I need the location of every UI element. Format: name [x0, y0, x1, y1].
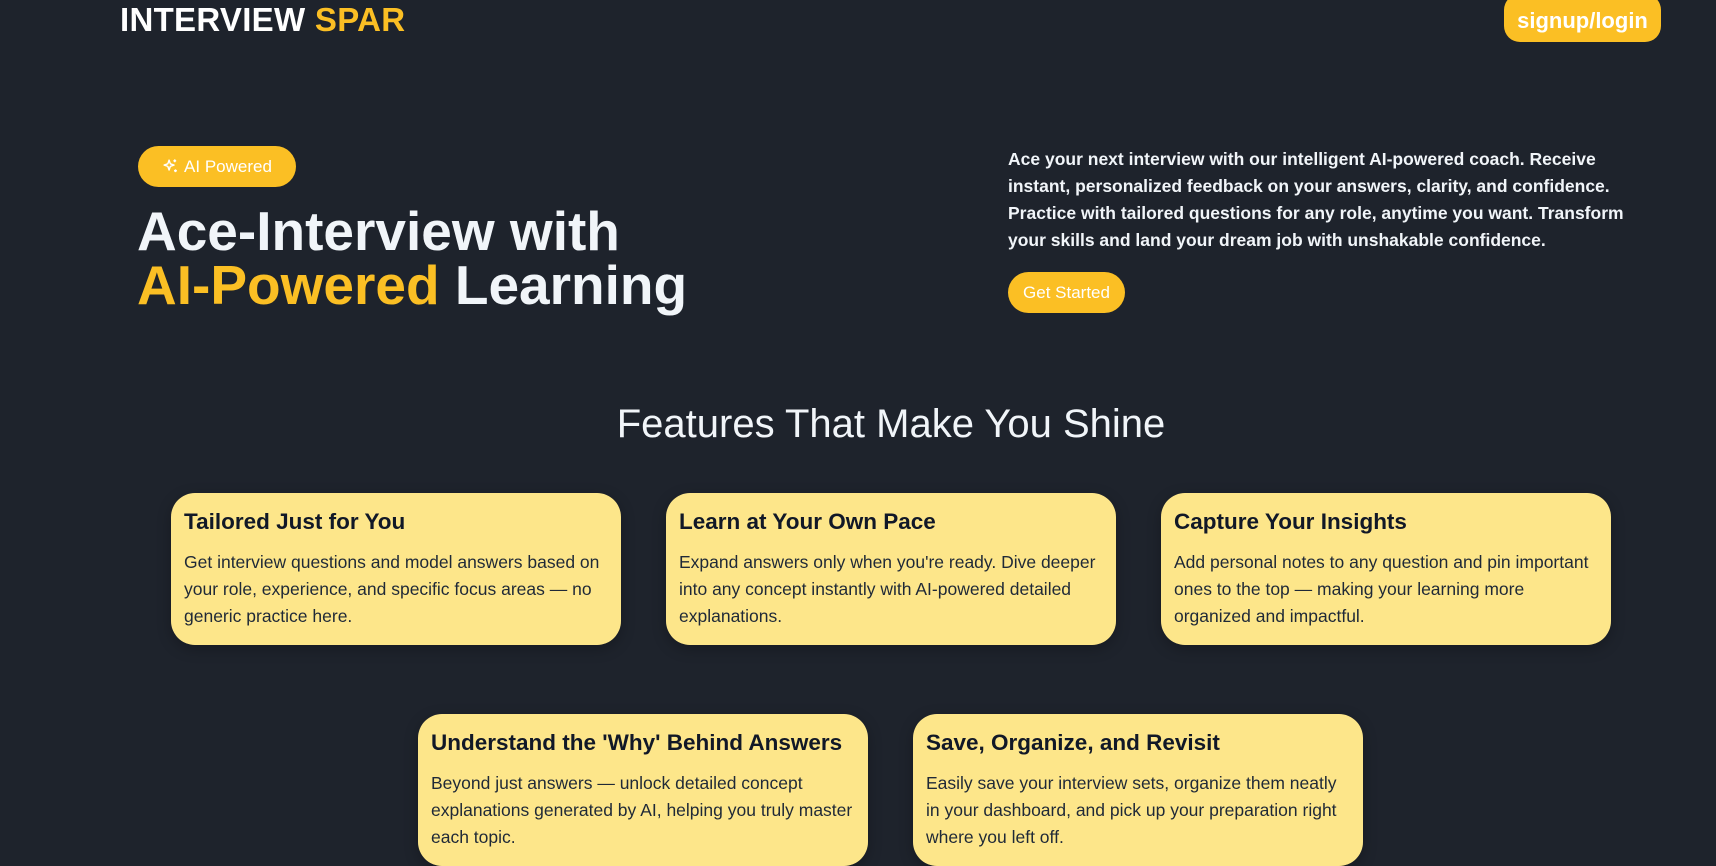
logo-accent-text: SPAR [314, 1, 406, 38]
feature-card-own-pace: Learn at Your Own Pace Expand answers on… [666, 493, 1116, 645]
feature-card-tailored: Tailored Just for You Get interview ques… [171, 493, 621, 645]
sparkles-icon [163, 159, 177, 173]
feature-card-description: Easily save your interview sets, organiz… [926, 773, 1337, 847]
logo[interactable]: INTERVIEW SPAR [120, 0, 405, 40]
feature-card-why: Understand the 'Why' Behind Answers Beyo… [418, 714, 868, 866]
hero-description: Ace your next interview with our intelli… [1008, 149, 1624, 250]
get-started-button[interactable]: Get Started [1008, 272, 1125, 313]
feature-card-description: Expand answers only when you're ready. D… [679, 552, 1096, 626]
hero-title-accent: AI-Powered [137, 254, 440, 316]
feature-card-description: Add personal notes to any question and p… [1174, 552, 1589, 626]
feature-card-description: Beyond just answers — unlock detailed co… [431, 773, 853, 847]
ai-powered-badge: AI Powered [138, 146, 296, 187]
hero-title-rest: Learning [439, 254, 688, 316]
badge-label: AI Powered [184, 156, 272, 176]
feature-card-title: Understand the 'Why' Behind Answers [431, 730, 843, 755]
feature-card-description: Get interview questions and model answer… [184, 552, 600, 626]
feature-card-title: Tailored Just for You [184, 509, 406, 534]
feature-card-insights: Capture Your Insights Add personal notes… [1161, 493, 1611, 645]
feature-card-save: Save, Organize, and Revisit Easily save … [913, 714, 1363, 866]
hero-title: Ace-Interview with AI-Powered Learning [137, 204, 687, 313]
feature-card-title: Capture Your Insights [1174, 509, 1407, 534]
landing-page: INTERVIEW SPAR signup/login AI Powered A… [0, 0, 1716, 866]
logo-text: INTERVIEW [120, 1, 315, 38]
features-title: Features That Make You Shine [616, 402, 1166, 446]
signup-login-button[interactable]: signup/login [1504, 0, 1661, 42]
feature-card-title: Save, Organize, and Revisit [926, 730, 1220, 755]
hero-title-line1: Ace-Interview with [137, 200, 620, 262]
feature-card-title: Learn at Your Own Pace [679, 509, 936, 534]
